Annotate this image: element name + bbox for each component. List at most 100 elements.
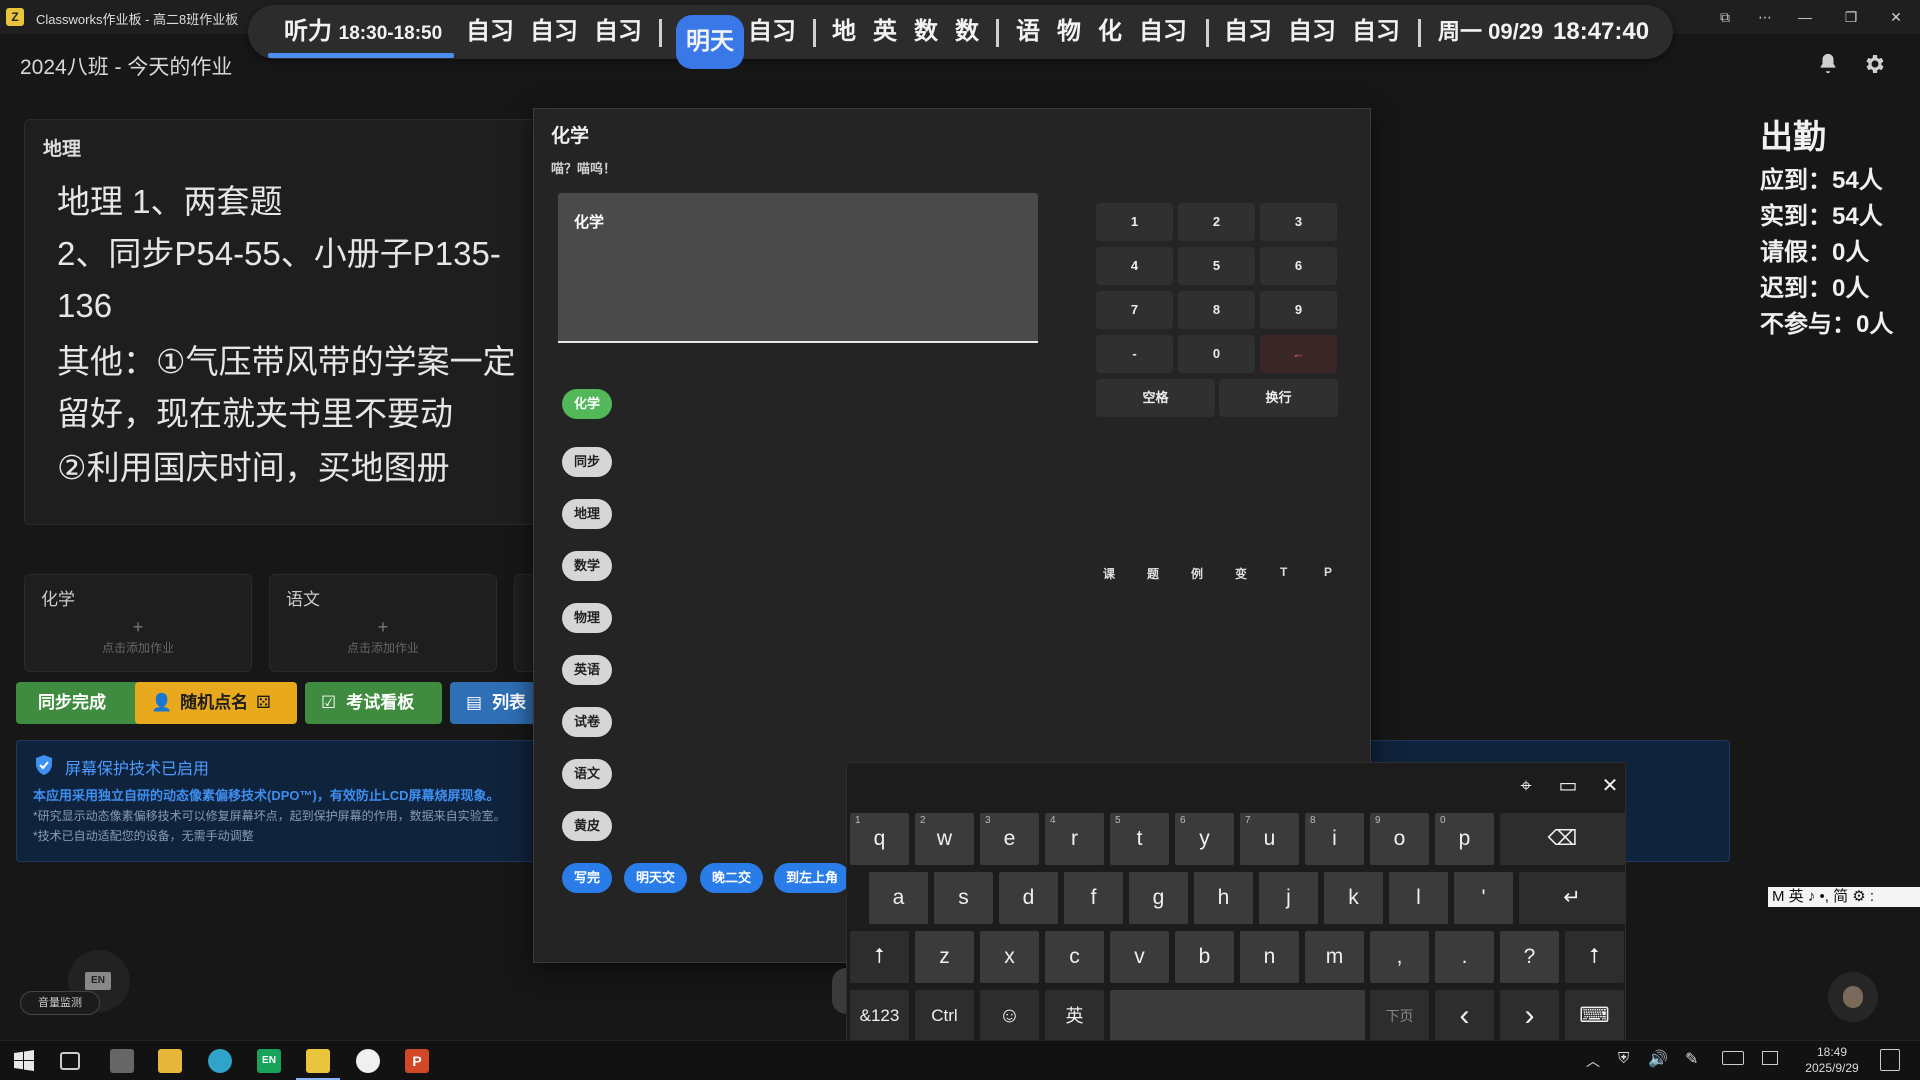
key-q[interactable]: 1q xyxy=(850,813,909,865)
tray-chevron-icon[interactable]: ︿ xyxy=(1586,1051,1600,1071)
keyboard-close-icon[interactable]: ✕ xyxy=(1595,773,1625,799)
key-symbol[interactable]: b xyxy=(1175,931,1234,983)
numpad-key[interactable]: 1 xyxy=(1096,203,1173,241)
subject-chip[interactable]: 语文 xyxy=(562,759,613,789)
numpad-backspace-key[interactable]: ← xyxy=(1260,335,1337,373)
key-letter[interactable]: g xyxy=(1129,872,1188,924)
file-explorer-icon[interactable] xyxy=(158,1049,182,1073)
key-letter[interactable]: l xyxy=(1389,872,1448,924)
task-view-icon[interactable] xyxy=(60,1052,80,1070)
keyboard-settings-key[interactable]: ⌨ xyxy=(1565,990,1624,1042)
touch-keyboard-icon[interactable] xyxy=(1722,1051,1744,1065)
edge-icon[interactable] xyxy=(208,1049,232,1073)
key-symbol[interactable]: m xyxy=(1305,931,1364,983)
subject-chip[interactable]: 数学 xyxy=(562,551,613,581)
numpad-key[interactable]: - xyxy=(1096,335,1173,373)
quick-phrase-chip[interactable]: 明天交 xyxy=(624,863,688,893)
homework-card-geography[interactable]: 地理 地理 1、两套题 2、同步P54-55、小册子P135- 136 其他：①… xyxy=(24,119,544,525)
quick-char-button[interactable]: T xyxy=(1280,565,1287,579)
shift-right-key[interactable]: ⭡ xyxy=(1565,931,1624,983)
emoji-key[interactable]: ☺ xyxy=(980,990,1039,1042)
subject-chip[interactable]: 英语 xyxy=(562,655,613,685)
cast-icon[interactable]: ⧉ xyxy=(1712,6,1738,28)
numpad-key[interactable]: 2 xyxy=(1178,203,1255,241)
pen-icon[interactable]: ✎ xyxy=(1685,1049,1698,1069)
dialog-fab-partial[interactable] xyxy=(832,968,846,1014)
key-o[interactable]: 9o xyxy=(1370,813,1429,865)
quick-char-button[interactable]: 变 xyxy=(1235,565,1247,582)
numpad-key[interactable]: 6 xyxy=(1260,247,1337,285)
key-letter[interactable]: d xyxy=(999,872,1058,924)
key-e[interactable]: 3e xyxy=(980,813,1039,865)
app-icon-generic[interactable] xyxy=(110,1049,134,1073)
easinote-icon[interactable]: EN xyxy=(257,1049,281,1073)
numpad-key[interactable]: 3 xyxy=(1260,203,1337,241)
key-letter[interactable]: j xyxy=(1259,872,1318,924)
volume-monitor-button[interactable]: 音量监测 xyxy=(20,991,100,1015)
windows-start-icon[interactable] xyxy=(12,1049,36,1073)
more-icon[interactable]: ⋯ xyxy=(1752,6,1778,28)
next-page-key[interactable]: 下页 xyxy=(1370,990,1429,1042)
key-letter[interactable]: h xyxy=(1194,872,1253,924)
speaker-icon[interactable]: 🔊 xyxy=(1648,1049,1668,1069)
key-symbol[interactable]: , xyxy=(1370,931,1429,983)
quick-char-button[interactable]: 例 xyxy=(1191,565,1203,582)
space-key[interactable]: 空格 xyxy=(1096,379,1215,417)
shift-left-key[interactable]: ⭡ xyxy=(850,931,909,983)
key-w[interactable]: 2w xyxy=(915,813,974,865)
keyboard-dock-icon[interactable]: ▭ xyxy=(1553,773,1583,799)
gear-icon[interactable] xyxy=(1862,52,1886,76)
ime-toolbar[interactable]: M 英 ♪ •, 简 ⚙ : xyxy=(1768,887,1920,907)
quick-phrase-chip[interactable]: 到左上角 xyxy=(774,863,851,893)
language-key[interactable]: 英 xyxy=(1045,990,1104,1042)
qq-icon[interactable] xyxy=(356,1049,380,1073)
bell-icon[interactable] xyxy=(1817,52,1839,74)
numpad-key[interactable]: 8 xyxy=(1178,291,1255,329)
numpad-key[interactable]: 7 xyxy=(1096,291,1173,329)
quick-phrase-chip[interactable]: 写完 xyxy=(562,863,613,893)
symbols-key[interactable]: &123 xyxy=(850,990,909,1042)
subject-chip[interactable]: 同步 xyxy=(562,447,613,477)
subject-chip[interactable]: 黄皮 xyxy=(562,811,613,841)
quick-phrase-chip[interactable]: 晚二交 xyxy=(700,863,764,893)
newline-key[interactable]: 换行 xyxy=(1219,379,1338,417)
key-letter[interactable]: a xyxy=(869,872,928,924)
minimize-button[interactable]: — xyxy=(1792,6,1818,28)
key-p[interactable]: 0p xyxy=(1435,813,1494,865)
homework-card-chinese[interactable]: 语文 + 点击添加作业 xyxy=(269,574,497,672)
list-view-button[interactable]: ▤ 列表 xyxy=(450,682,544,724)
maximize-button[interactable]: ❐ xyxy=(1838,6,1864,28)
key-symbol[interactable]: c xyxy=(1045,931,1104,983)
key-y[interactable]: 6y xyxy=(1175,813,1234,865)
key-i[interactable]: 8i xyxy=(1305,813,1364,865)
avatar[interactable] xyxy=(1828,972,1878,1022)
key-t[interactable]: 5t xyxy=(1110,813,1169,865)
key-symbol[interactable]: . xyxy=(1435,931,1494,983)
ctrl-key[interactable]: Ctrl xyxy=(915,990,974,1042)
subject-chip[interactable]: 试卷 xyxy=(562,707,613,737)
left-arrow-key[interactable]: ‹ xyxy=(1435,990,1494,1042)
classworks-icon[interactable] xyxy=(306,1049,330,1073)
key-letter[interactable]: ' xyxy=(1454,872,1513,924)
key-letter[interactable]: f xyxy=(1064,872,1123,924)
quick-char-button[interactable]: 题 xyxy=(1147,565,1159,582)
numpad-key[interactable]: 4 xyxy=(1096,247,1173,285)
quick-char-button[interactable]: P xyxy=(1324,565,1332,579)
exam-board-button[interactable]: ☑ 考试看板 xyxy=(305,682,442,724)
numpad-key[interactable]: 0 xyxy=(1178,335,1255,373)
key-symbol[interactable]: z xyxy=(915,931,974,983)
shield-tray-icon[interactable]: ⛨ xyxy=(1618,1050,1629,1067)
display-icon[interactable] xyxy=(1762,1051,1778,1065)
key-symbol[interactable]: v xyxy=(1110,931,1169,983)
subject-chip[interactable]: 物理 xyxy=(562,603,613,633)
random-call-button[interactable]: 👤 随机点名 ⚄ xyxy=(135,682,297,724)
subject-chip-selected[interactable]: 化学 xyxy=(562,389,613,419)
enter-key[interactable]: ↵ xyxy=(1519,872,1625,924)
numpad-key[interactable]: 9 xyxy=(1260,291,1337,329)
powerpoint-icon[interactable]: P xyxy=(405,1049,429,1073)
quick-char-button[interactable]: 课 xyxy=(1103,565,1115,582)
keyboard-move-icon[interactable]: ⌖ xyxy=(1511,773,1541,799)
close-window-button[interactable]: ✕ xyxy=(1883,6,1909,28)
numpad-key[interactable]: 5 xyxy=(1178,247,1255,285)
subject-chip[interactable]: 地理 xyxy=(562,499,613,529)
